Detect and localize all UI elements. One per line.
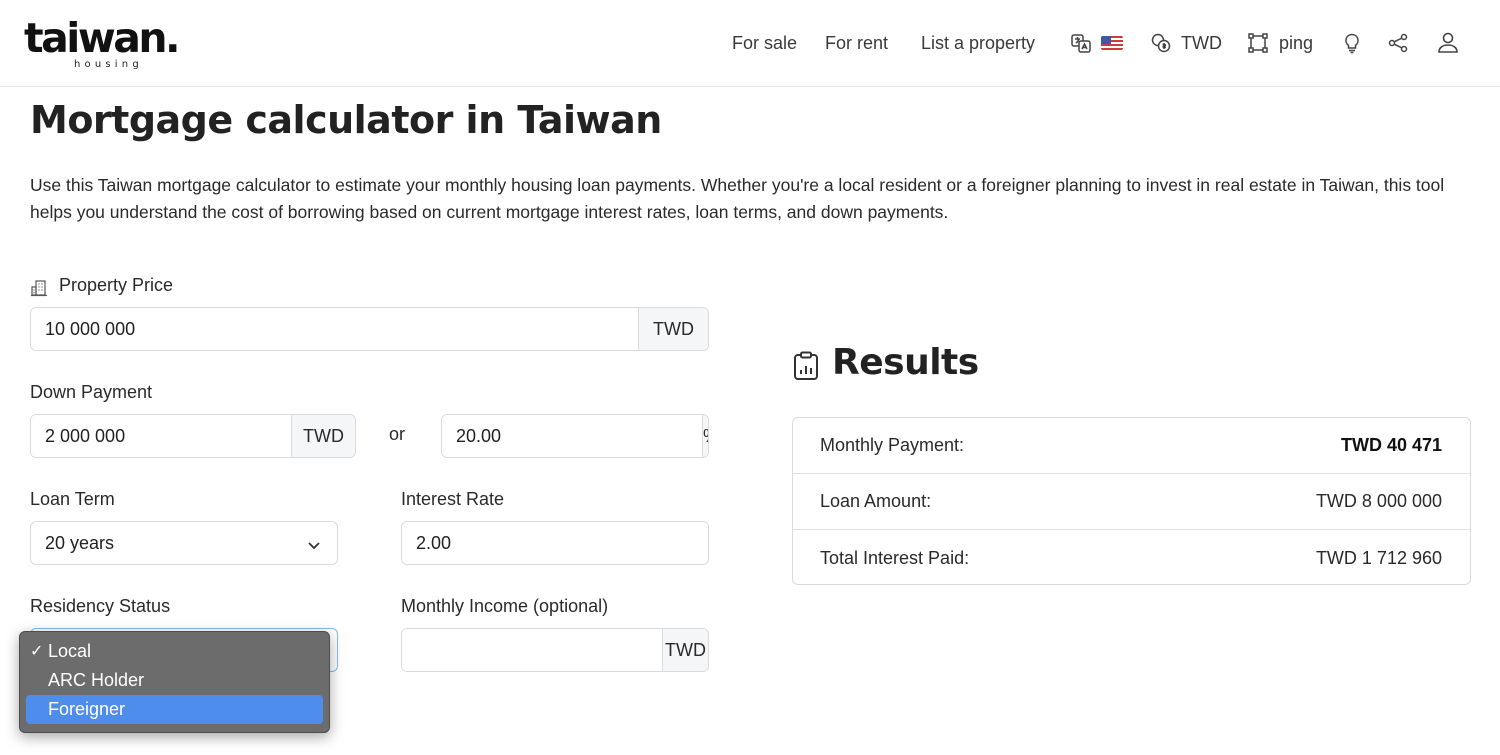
- down-payment-percent-input[interactable]: [442, 415, 702, 457]
- result-row-total-interest: Total Interest Paid: TWD 1 712 960: [793, 530, 1470, 584]
- down-payment-currency: TWD: [291, 415, 355, 457]
- loan-term-label: Loan Term: [30, 489, 115, 509]
- dropdown-option-arc-holder[interactable]: ARC Holder: [26, 666, 323, 695]
- logo-text: taiwan.: [24, 14, 181, 62]
- interest-rate-group: [401, 521, 709, 565]
- page-title: Mortgage calculator in Taiwan: [30, 98, 662, 142]
- site-header: taiwan. housing For sale For rent List a…: [0, 0, 1500, 87]
- us-flag-icon[interactable]: [1101, 36, 1123, 50]
- lightbulb-icon[interactable]: [1341, 32, 1363, 54]
- translate-icon[interactable]: [1070, 32, 1092, 54]
- property-price-label: Property Price: [59, 275, 174, 295]
- nav-area-unit[interactable]: ping: [1279, 31, 1313, 55]
- dropdown-option-foreigner[interactable]: Foreigner: [26, 695, 323, 724]
- monthly-income-input[interactable]: [402, 629, 662, 671]
- interest-rate-label: Interest Rate: [401, 489, 505, 509]
- intro-paragraph: Use this Taiwan mortgage calculator to e…: [30, 175, 1445, 222]
- user-icon[interactable]: [1436, 30, 1460, 54]
- area-unit-icon[interactable]: [1247, 32, 1269, 54]
- dropdown-option-label: Local: [48, 641, 92, 661]
- nav-list-property[interactable]: List a property: [921, 31, 1035, 55]
- percent-addon: %: [702, 415, 708, 457]
- nav-for-sale[interactable]: For sale: [732, 31, 797, 55]
- dropdown-option-label: Foreigner: [48, 699, 126, 719]
- clipboard-chart-icon: [792, 351, 820, 381]
- residency-status-dropdown: ✓ Local ARC Holder Foreigner: [19, 631, 330, 733]
- nav-for-rent[interactable]: For rent: [825, 31, 888, 55]
- down-payment-amount-group: TWD: [30, 414, 356, 458]
- property-price-input[interactable]: [31, 308, 638, 350]
- nav-currency[interactable]: TWD: [1181, 31, 1222, 55]
- loan-term-select[interactable]: 20 years: [30, 521, 338, 565]
- result-label: Monthly Payment:: [820, 435, 965, 455]
- result-row-monthly-payment: Monthly Payment: TWD 40 471: [793, 418, 1470, 474]
- building-icon: [30, 279, 48, 297]
- logo-subtext: housing: [74, 59, 143, 70]
- dropdown-option-label: ARC Holder: [48, 670, 145, 690]
- down-payment-label: Down Payment: [30, 382, 153, 402]
- result-label: Loan Amount:: [820, 491, 932, 511]
- chevron-down-icon: [307, 536, 321, 550]
- result-value: TWD 8 000 000: [1315, 491, 1442, 511]
- down-payment-amount-input[interactable]: [31, 415, 291, 457]
- monthly-income-group: TWD: [401, 628, 709, 672]
- result-label: Total Interest Paid:: [820, 547, 970, 568]
- result-value: TWD 1 712 960: [1315, 547, 1442, 568]
- down-payment-percent-group: %: [441, 414, 709, 458]
- share-icon[interactable]: [1387, 32, 1409, 54]
- site-logo[interactable]: taiwan. housing: [24, 14, 204, 74]
- dropdown-option-local[interactable]: ✓ Local: [26, 637, 323, 666]
- checkmark-icon: ✓: [30, 643, 44, 660]
- result-row-loan-amount: Loan Amount: TWD 8 000 000: [793, 474, 1470, 530]
- residency-status-label: Residency Status: [30, 596, 171, 616]
- loan-term-value: 20 years: [45, 532, 115, 553]
- property-price-currency: TWD: [638, 308, 708, 350]
- interest-rate-input[interactable]: [402, 522, 708, 564]
- monthly-income-currency: TWD: [662, 629, 708, 671]
- monthly-income-label: Monthly Income (optional): [401, 596, 609, 616]
- result-value: TWD 40 471: [1340, 435, 1442, 455]
- currency-icon[interactable]: [1150, 32, 1172, 54]
- results-heading: Results: [832, 342, 979, 383]
- or-separator: or: [389, 424, 406, 444]
- results-card: Monthly Payment: TWD 40 471 Loan Amount:…: [792, 417, 1471, 585]
- property-price-group: TWD: [30, 307, 709, 351]
